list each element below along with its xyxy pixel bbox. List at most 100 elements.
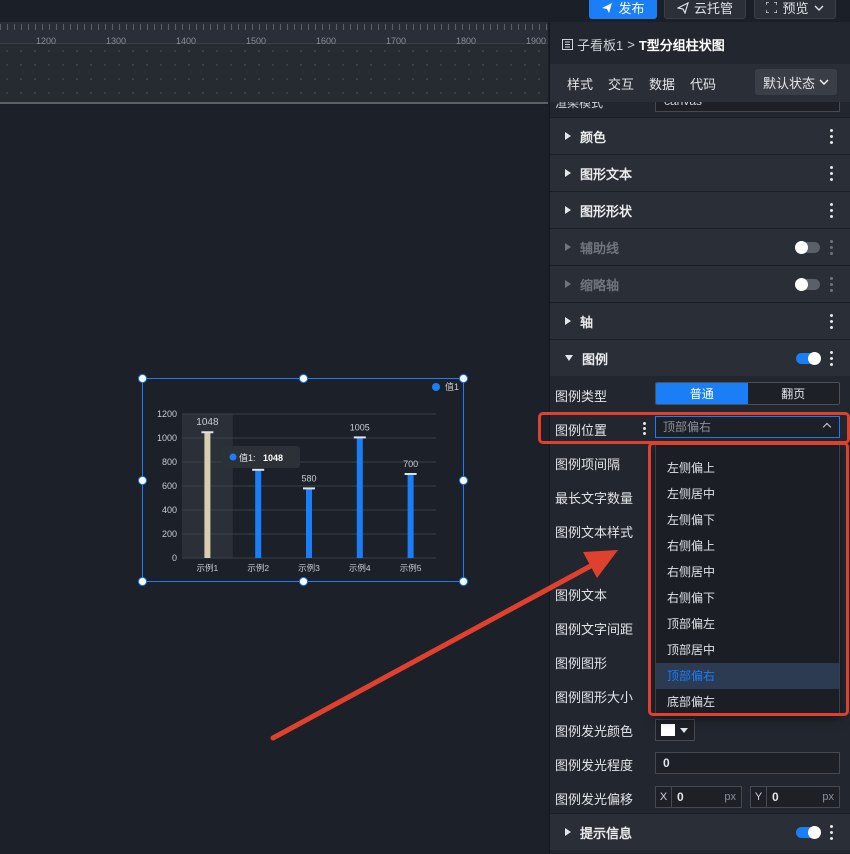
section-guideline-title: 辅助线 xyxy=(580,240,620,256)
resize-handle-left[interactable] xyxy=(138,476,147,485)
legend-type-normal[interactable]: 普通 xyxy=(656,383,748,404)
ruler-tick xyxy=(21,24,22,30)
selection-frame[interactable] xyxy=(142,378,464,582)
ruler-tick xyxy=(336,24,337,30)
glow-offset-y-input[interactable]: Y 0 px xyxy=(750,786,840,808)
publish-button[interactable]: 发布 xyxy=(589,0,657,19)
ruler-tick xyxy=(497,24,498,30)
resize-handle-top[interactable] xyxy=(299,374,308,383)
section-thumb-axis[interactable]: 缩略轴 xyxy=(550,265,850,302)
caret-right-icon xyxy=(565,169,571,177)
resize-handle-bl[interactable] xyxy=(138,577,147,586)
dashboard-icon xyxy=(562,38,573,50)
ruler-tick xyxy=(70,24,71,30)
caret-right-icon xyxy=(565,243,571,251)
caret-right-icon xyxy=(565,828,571,836)
glow-level-input[interactable]: 0 xyxy=(655,752,840,774)
ruler-tick xyxy=(385,24,386,30)
ruler-tick xyxy=(49,24,50,30)
ruler-tick xyxy=(441,24,442,30)
guideline-toggle[interactable] xyxy=(795,241,820,254)
breadcrumb: 子看板1 > T型分组柱状图 xyxy=(550,30,850,58)
more-icon[interactable] xyxy=(830,166,833,181)
resize-handle-tl[interactable] xyxy=(138,374,147,383)
ruler-tick xyxy=(420,24,421,30)
section-shape-form-title: 图形形状 xyxy=(580,203,633,219)
preview-button[interactable]: 预览 xyxy=(754,0,836,19)
glow-color-picker[interactable] xyxy=(655,719,695,741)
resize-handle-br[interactable] xyxy=(459,577,468,586)
thumb-axis-toggle[interactable] xyxy=(795,278,820,291)
section-axis[interactable]: 轴 xyxy=(550,302,850,339)
section-legend[interactable]: 图例 xyxy=(550,339,850,376)
ruler-tick xyxy=(280,24,281,30)
ruler-tick xyxy=(476,24,477,30)
resize-handle-tr[interactable] xyxy=(459,374,468,383)
tab-interaction[interactable]: 交互 xyxy=(608,74,634,93)
more-icon[interactable] xyxy=(830,351,833,366)
ruler-tick xyxy=(140,24,141,30)
section-shape-form[interactable]: 图形形状 xyxy=(550,191,850,228)
resize-handle-right[interactable] xyxy=(459,476,468,485)
ruler-tick xyxy=(518,24,519,30)
breadcrumb-parent[interactable]: 子看板1 xyxy=(577,35,623,54)
highlight-dropdown xyxy=(648,442,849,716)
x-axis-tag: X xyxy=(656,787,672,807)
breadcrumb-current: T型分组柱状图 xyxy=(638,37,725,53)
ruler-tick xyxy=(126,24,127,30)
section-guideline[interactable]: 辅助线 xyxy=(550,228,850,265)
ruler-tick xyxy=(203,24,204,30)
more-icon[interactable] xyxy=(830,277,833,292)
max-text-label: 最长文字数量 xyxy=(555,491,634,506)
legend-spacing-label: 图例项间隔 xyxy=(555,457,621,472)
more-icon[interactable] xyxy=(830,203,833,218)
ruler-tick xyxy=(91,24,92,30)
tooltip-toggle[interactable] xyxy=(796,826,821,839)
render-mode-label: 渲染模式 xyxy=(555,102,604,110)
ruler-tick xyxy=(231,24,232,30)
ruler-tick xyxy=(434,24,435,30)
y-axis-tag: Y xyxy=(751,787,767,807)
glow-offset-x-input[interactable]: X 0 px xyxy=(655,786,742,808)
legend-glow-color-label: 图例发光颜色 xyxy=(555,724,634,739)
tab-code[interactable]: 代码 xyxy=(690,74,716,93)
send-icon xyxy=(602,2,613,13)
ruler-tick xyxy=(406,24,407,30)
legend-shape-size-label: 图例图形大小 xyxy=(555,690,634,705)
resize-handle-bottom[interactable] xyxy=(299,577,308,586)
ruler-tick xyxy=(161,24,162,30)
caret-right-icon xyxy=(565,280,571,288)
ruler-tick xyxy=(350,24,351,30)
ruler-tick xyxy=(35,24,36,30)
section-shape-text[interactable]: 图形文本 xyxy=(550,154,850,191)
section-color[interactable]: 颜色 xyxy=(550,117,850,154)
more-icon[interactable] xyxy=(830,825,833,840)
ruler-tick xyxy=(112,24,113,30)
more-icon[interactable] xyxy=(830,129,833,144)
caret-right-icon xyxy=(565,132,571,140)
fullscreen-icon xyxy=(766,2,778,13)
ruler-tick xyxy=(154,24,155,30)
breadcrumb-separator: > xyxy=(627,36,635,52)
ruler-tick xyxy=(63,24,64,30)
ruler-tick xyxy=(189,24,190,30)
ruler-tick xyxy=(315,24,316,30)
ruler-tick xyxy=(399,24,400,30)
legend-type-paged[interactable]: 翻页 xyxy=(747,383,839,404)
legend-toggle[interactable] xyxy=(796,352,821,365)
ruler-tick xyxy=(252,24,253,30)
tab-data[interactable]: 数据 xyxy=(649,74,675,93)
more-icon[interactable] xyxy=(830,314,833,329)
tab-style[interactable]: 样式 xyxy=(567,74,593,93)
section-tooltip[interactable]: 提示信息 xyxy=(550,813,850,850)
ruler-tick xyxy=(147,24,148,30)
ruler-tick xyxy=(413,24,414,30)
ruler-tick xyxy=(14,24,15,30)
more-icon[interactable] xyxy=(830,240,833,255)
cloud-host-button[interactable]: 云托管 xyxy=(664,0,746,19)
ruler-tick xyxy=(105,24,106,30)
render-mode-select[interactable]: canvas xyxy=(655,102,840,112)
state-select[interactable]: 默认状态 xyxy=(755,69,837,95)
caret-right-icon xyxy=(565,317,571,325)
section-legend-title: 图例 xyxy=(582,351,609,367)
